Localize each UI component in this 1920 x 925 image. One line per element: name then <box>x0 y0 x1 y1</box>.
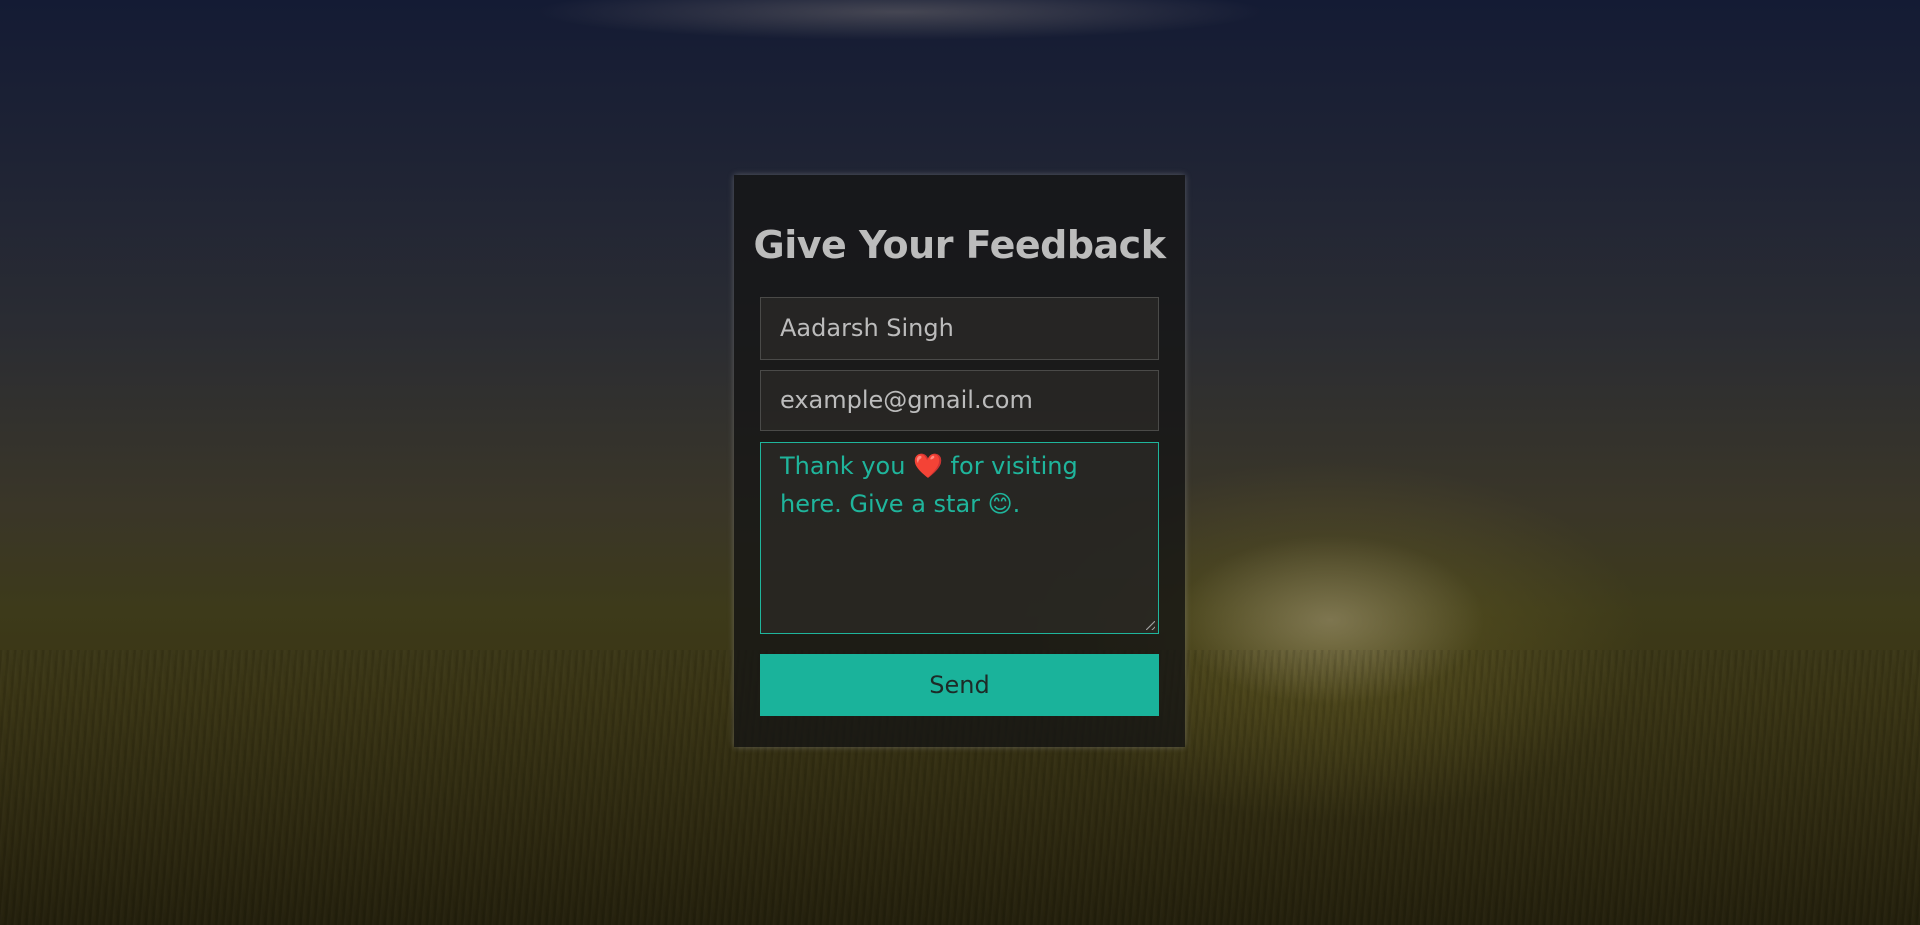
email-input[interactable]: example@gmail.com <box>760 370 1159 431</box>
name-input[interactable]: Aadarsh Singh <box>760 297 1159 360</box>
message-text: Thank you ❤️ for visiting here. Give a s… <box>780 452 1078 518</box>
form-title: Give Your Feedback <box>753 223 1166 267</box>
resize-grip-icon[interactable] <box>1146 621 1155 630</box>
send-button[interactable]: Send <box>760 654 1159 716</box>
message-textarea[interactable]: Thank you ❤️ for visiting here. Give a s… <box>760 442 1159 634</box>
feedback-card: Give Your Feedback Aadarsh Singh example… <box>734 175 1185 747</box>
